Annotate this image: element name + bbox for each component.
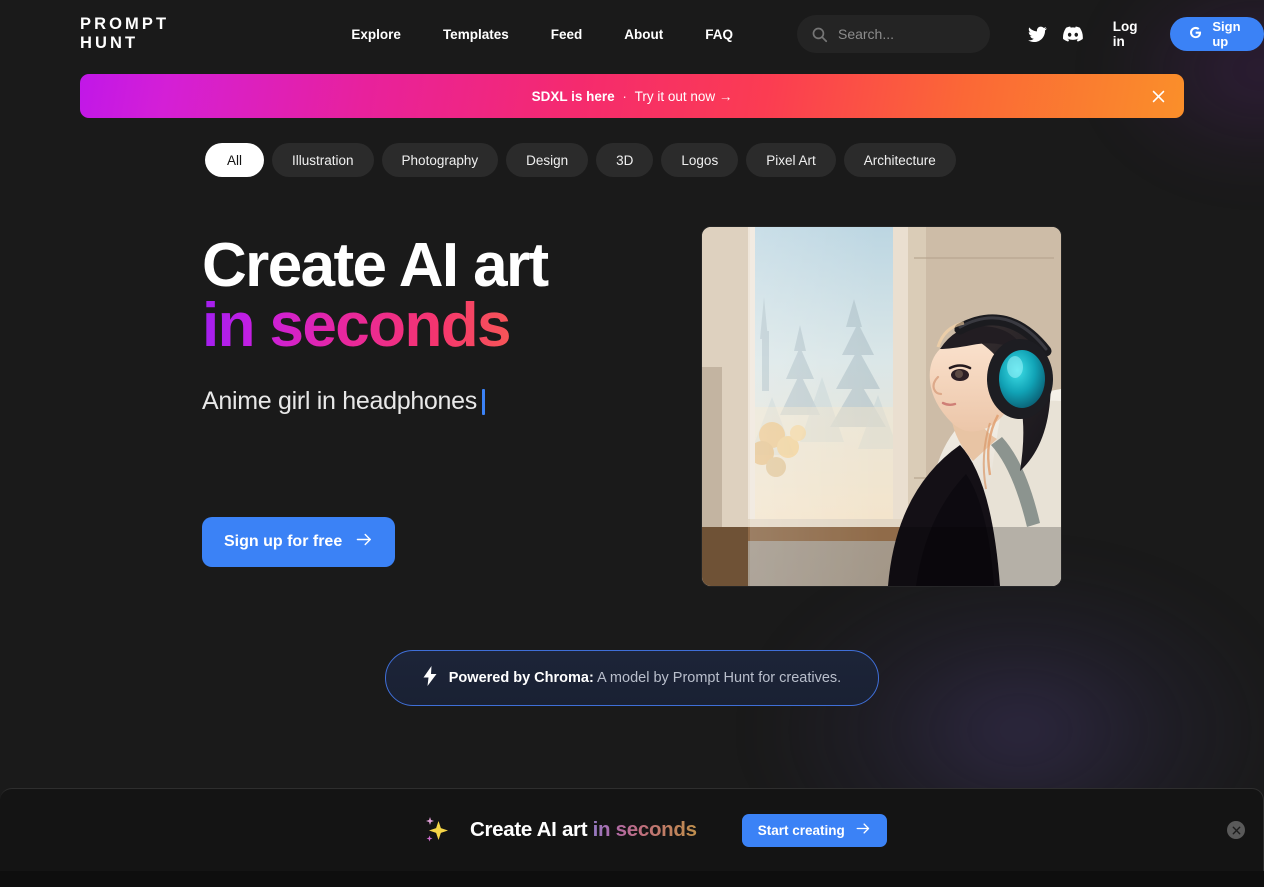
- category-chip-architecture[interactable]: Architecture: [843, 143, 956, 177]
- hero-title-line-1: Create AI art: [202, 231, 549, 300]
- start-creating-button-label: Start creating: [757, 822, 845, 838]
- chroma-info-bold: Powered by Chroma:: [448, 670, 594, 686]
- hero-title-line-2: in seconds: [202, 295, 672, 357]
- signup-free-button-label: Sign up for free: [224, 533, 343, 550]
- chroma-info-rest: A model by Prompt Hunt for creatives.: [593, 670, 842, 686]
- nav-item-explore[interactable]: Explore: [330, 21, 422, 48]
- search-input[interactable]: [837, 26, 977, 42]
- nav-item-faq[interactable]: FAQ: [684, 21, 754, 48]
- text-caret: [481, 388, 485, 415]
- promo-banner-text: SDXL is here · Try it out now →: [532, 89, 733, 104]
- page-title: Create AI art in seconds: [202, 231, 672, 357]
- nav-item-templates[interactable]: Templates: [422, 21, 530, 48]
- signup-button-label: Sign up: [1212, 19, 1241, 49]
- category-filter-bar: All Illustration Photography Design 3D L…: [205, 143, 956, 177]
- hero-prompt-row: Anime girl in headphones: [202, 387, 672, 416]
- category-chip-logos[interactable]: Logos: [661, 143, 739, 177]
- promo-banner[interactable]: SDXL is here · Try it out now →: [80, 74, 1184, 118]
- lightning-bolt-icon: [423, 665, 438, 691]
- bottom-cta-content: Create AI art in seconds Start creating: [424, 813, 887, 847]
- google-icon: [1188, 25, 1203, 43]
- category-chip-illustration[interactable]: Illustration: [272, 143, 374, 177]
- category-chip-photography[interactable]: Photography: [381, 143, 499, 177]
- chroma-info-pill[interactable]: Powered by Chroma: A model by Prompt Hun…: [385, 650, 879, 706]
- promo-separator: ·: [622, 88, 627, 104]
- hero-prompt-text: Anime girl in headphones: [202, 387, 477, 415]
- category-chip-all[interactable]: All: [205, 143, 265, 177]
- search-icon: [811, 26, 828, 43]
- nav-item-feed[interactable]: Feed: [530, 21, 604, 48]
- sparkle-icon: [424, 816, 450, 844]
- page-bottom-strip: [0, 871, 1264, 887]
- search-box[interactable]: [796, 15, 991, 53]
- site-header: PROMPT HUNT Explore Templates Feed About…: [0, 0, 1264, 68]
- close-icon[interactable]: [1148, 86, 1168, 106]
- bottom-cta-bar: Create AI art in seconds Start creating: [0, 788, 1264, 871]
- category-chip-design[interactable]: Design: [506, 143, 589, 177]
- nav-item-about[interactable]: About: [603, 21, 684, 48]
- signup-free-button[interactable]: Sign up for free: [202, 517, 396, 567]
- header-actions: Log in Sign up: [1020, 13, 1264, 55]
- category-chip-pixel-art[interactable]: Pixel Art: [746, 143, 836, 177]
- signup-button[interactable]: Sign up: [1170, 17, 1264, 51]
- site-logo[interactable]: PROMPT HUNT: [80, 15, 196, 53]
- discord-icon[interactable]: [1059, 17, 1086, 51]
- chroma-info-text: Powered by Chroma: A model by Prompt Hun…: [449, 670, 841, 686]
- hero-generated-image[interactable]: [702, 227, 1061, 586]
- promo-headline: SDXL is here: [531, 88, 615, 104]
- arrow-right-icon: [856, 822, 871, 838]
- login-link[interactable]: Log in: [1105, 13, 1154, 55]
- hero-copy: Create AI art in seconds Anime girl in h…: [202, 231, 672, 416]
- start-creating-button[interactable]: Start creating: [741, 813, 887, 847]
- bottom-cta-text-white: Create AI art: [470, 818, 588, 841]
- close-circle-icon[interactable]: [1227, 821, 1245, 839]
- bottom-cta-text: Create AI art in seconds: [470, 818, 697, 842]
- twitter-icon[interactable]: [1024, 17, 1051, 51]
- primary-nav: Explore Templates Feed About FAQ: [330, 21, 754, 48]
- bottom-cta-text-gradient: in seconds: [587, 818, 697, 841]
- promo-cta-link[interactable]: Try it out now →: [635, 89, 733, 104]
- arrow-right-icon: [356, 532, 373, 552]
- category-chip-3d[interactable]: 3D: [596, 143, 654, 177]
